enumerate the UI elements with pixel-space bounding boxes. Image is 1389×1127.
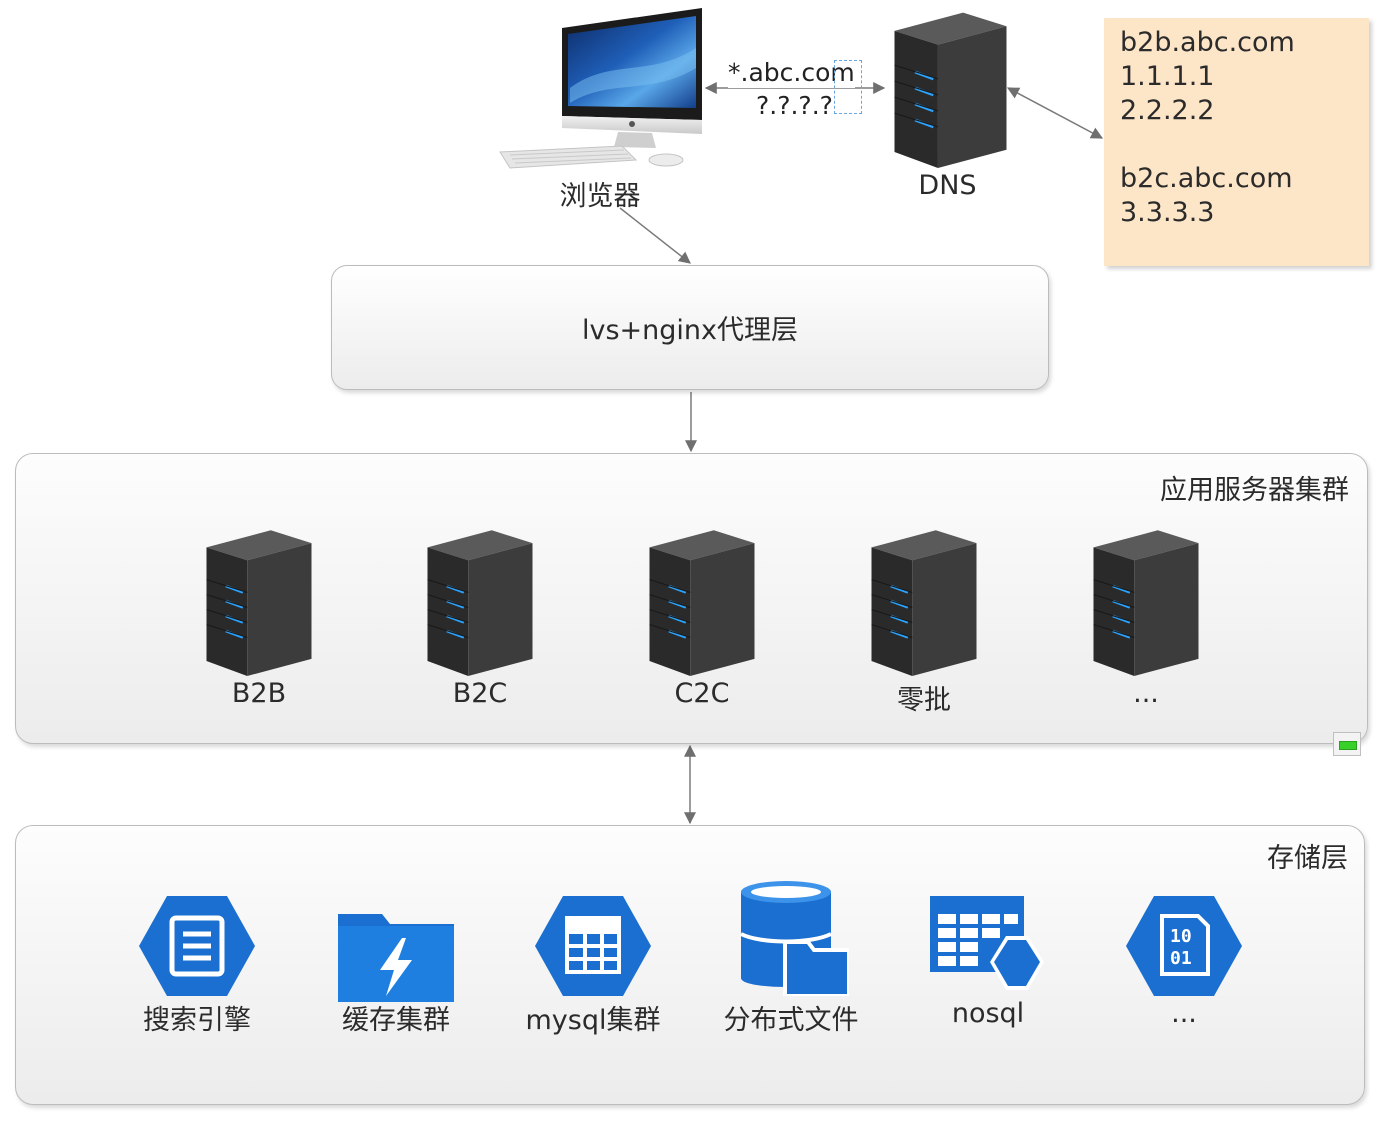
- storage-item-5: nosql: [913, 894, 1063, 1029]
- storage-item-label: mysql集群: [525, 1005, 661, 1036]
- app-server-1: B2B: [189, 526, 329, 709]
- storage-item-6: 10 01 ...: [1109, 894, 1259, 1029]
- server-tower-icon: [199, 526, 319, 676]
- server-tower-icon: [420, 526, 540, 676]
- dns-label: DNS: [918, 170, 977, 201]
- computer-monitor-icon: [499, 8, 702, 169]
- dns-records-arrow: [1006, 87, 1104, 139]
- app-server-label: B2B: [231, 678, 287, 709]
- app-server-3: C2C: [632, 526, 772, 709]
- app-server-label: 零批: [897, 685, 951, 716]
- database-folder-icon: [731, 878, 851, 998]
- table-grid-hexagon-icon: [533, 894, 653, 998]
- search-document-hexagon-icon: [137, 894, 257, 998]
- binary-file-hexagon-icon: 10 01: [1124, 894, 1244, 998]
- storage-item-4: 分布式文件: [716, 878, 866, 1036]
- dns-query-answer: ?.?.?.?: [756, 90, 833, 121]
- svg-text:10: 10: [1170, 926, 1192, 947]
- app-server-4: 零批: [854, 526, 994, 717]
- storage-item-label: 搜索引擎: [143, 1005, 251, 1036]
- app-server-label: C2C: [674, 678, 730, 709]
- app-server-cluster: 应用服务器集群 B2B B2C C2C 零批 ...: [15, 453, 1368, 744]
- server-tower-icon: [864, 526, 984, 676]
- browser-node: 浏览器: [490, 8, 710, 213]
- storage-layer-title: 存储层: [1267, 843, 1348, 874]
- app-cluster-title: 应用服务器集群: [1160, 475, 1349, 506]
- resize-handle[interactable]: [1333, 732, 1361, 756]
- app-server-label: B2C: [452, 678, 508, 709]
- storage-item-3: mysql集群: [518, 894, 668, 1036]
- selection-outline: [834, 60, 862, 114]
- dns-record-line: b2b.abc.com: [1120, 27, 1295, 58]
- svg-text:01: 01: [1170, 948, 1192, 969]
- browser-proxy-arrow: [619, 207, 691, 264]
- storage-item-label: nosql: [951, 998, 1025, 1029]
- storage-item-label: 缓存集群: [342, 1005, 450, 1036]
- storage-item-2: 缓存集群: [321, 904, 471, 1036]
- table-hexagon-icon: [928, 894, 1048, 998]
- cache-folder-lightning-icon: [336, 904, 456, 1008]
- dns-record-line: [1120, 128, 1369, 162]
- dns-record-line: 1.1.1.1: [1120, 61, 1215, 92]
- server-tower-icon: [642, 526, 762, 676]
- dns-record-line: 2.2.2.2: [1120, 95, 1215, 126]
- server-tower-icon: [1086, 526, 1206, 676]
- dns-record-line: 3.3.3.3: [1120, 197, 1215, 228]
- app-server-2: B2C: [410, 526, 550, 709]
- storage-layer: 存储层 搜索引擎 缓存集群 mysql集群 分布式文件 nosql 10 01 …: [15, 825, 1365, 1105]
- dns-record-line: b2c.abc.com: [1120, 163, 1293, 194]
- proxy-layer-box: lvs+nginx代理层: [331, 265, 1049, 390]
- storage-item-1: 搜索引擎: [122, 894, 272, 1036]
- app-server-5: ...: [1076, 526, 1216, 709]
- app-server-label: ...: [1133, 678, 1159, 709]
- storage-item-label: ...: [1171, 998, 1197, 1029]
- proxy-layer-label: lvs+nginx代理层: [581, 315, 798, 346]
- dns-node: DNS: [880, 8, 1015, 208]
- server-tower-icon: [894, 12, 1007, 168]
- browser-label: 浏览器: [559, 181, 641, 212]
- storage-item-label: 分布式文件: [723, 1005, 859, 1036]
- dns-records-note: b2b.abc.com 1.1.1.1 2.2.2.2 b2c.abc.com …: [1104, 18, 1369, 266]
